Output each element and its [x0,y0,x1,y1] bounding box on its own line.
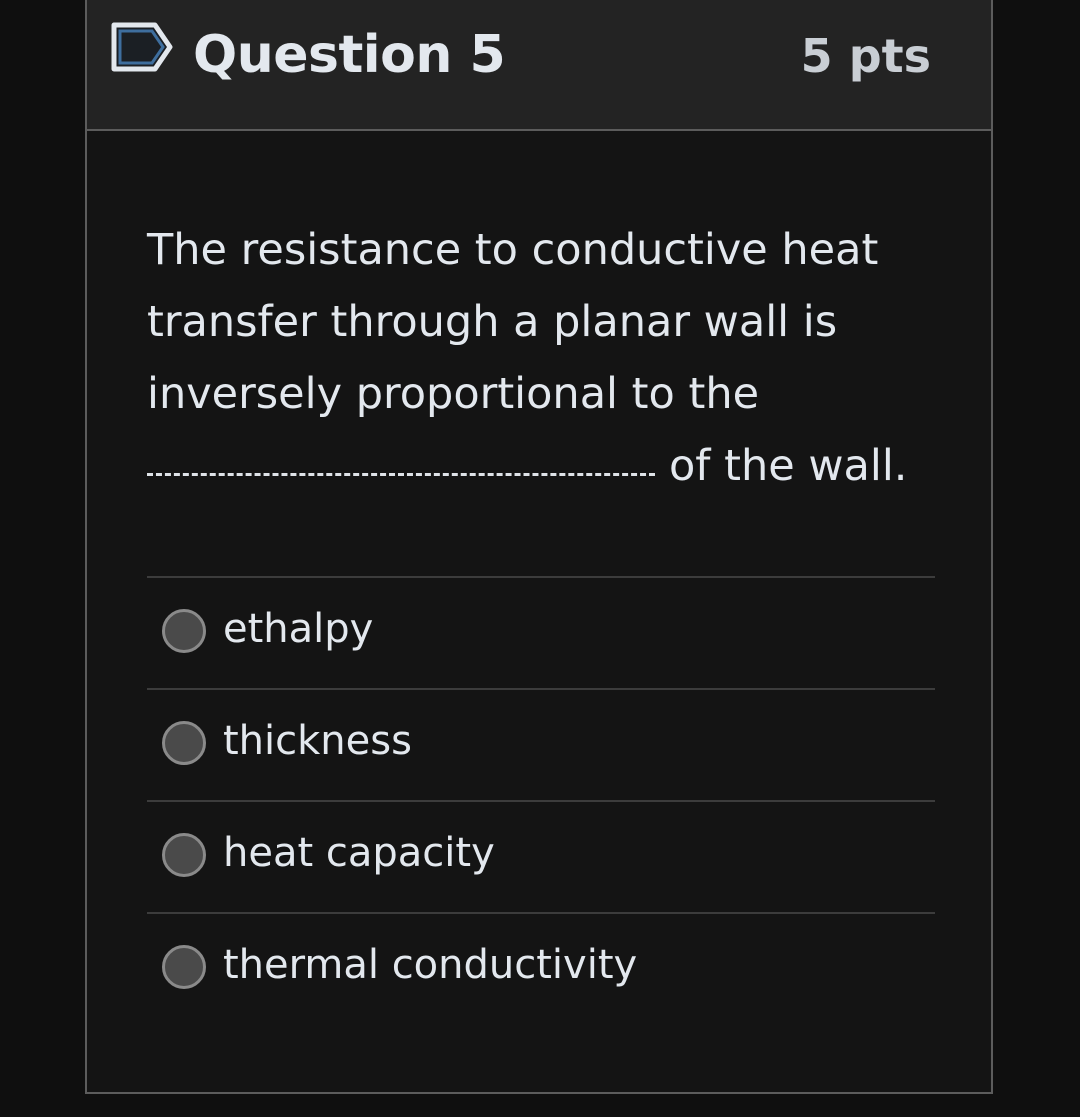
fill-in-blank [147,473,655,476]
answer-option[interactable]: thickness [147,688,935,800]
answer-option[interactable]: heat capacity [147,800,935,912]
answer-label[interactable]: thermal conductivity [223,936,637,994]
radio-button[interactable] [162,609,206,653]
bookmark-flag-icon[interactable] [111,22,173,72]
question-points: 5 pts [800,29,931,83]
question-text-blank-line: of the wall. [147,430,937,502]
radio-button[interactable] [162,721,206,765]
answer-label[interactable]: thickness [223,712,412,770]
question-text-line: The resistance to conductive heat [147,225,879,275]
answer-label[interactable]: ethalpy [223,600,373,658]
question-card: Question 5 5 pts The resistance to condu… [85,0,993,1094]
radio-button[interactable] [162,833,206,877]
question-text-line: transfer through a planar wall is [147,297,838,347]
answer-list: ethalpy thickness heat capacity thermal … [147,576,935,1024]
answer-option[interactable]: thermal conductivity [147,912,935,1024]
question-title: Question 5 [193,25,506,85]
question-text-line: inversely proportional to the [147,369,760,419]
radio-button[interactable] [162,945,206,989]
answer-option[interactable]: ethalpy [147,576,935,688]
question-header: Question 5 5 pts [87,0,991,131]
answer-label[interactable]: heat capacity [223,824,495,882]
question-text-after-blank: of the wall. [669,441,908,491]
question-text: The resistance to conductive heat transf… [147,214,937,502]
